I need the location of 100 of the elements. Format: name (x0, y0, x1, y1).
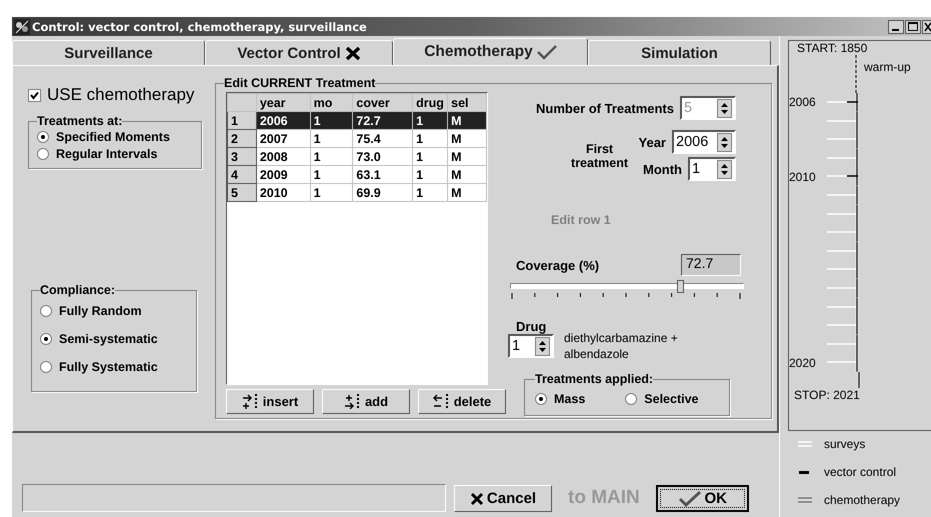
cross-icon (470, 492, 484, 506)
radio-label: Fully Random (59, 304, 142, 318)
radio-button[interactable] (40, 333, 52, 345)
table-cell: 1 (310, 112, 353, 130)
coverage-slider[interactable] (510, 283, 744, 299)
row-button[interactable]: add (322, 389, 410, 414)
slider-ticks-icon (510, 293, 742, 299)
legend-marker-icon (798, 496, 812, 504)
table-row[interactable]: 2 2007 1 75.4 1 M (228, 130, 486, 148)
table-row[interactable]: 1 2006 1 72.7 1 M (228, 112, 486, 130)
check-icon (536, 44, 557, 60)
checkbox[interactable] (28, 88, 41, 102)
table-cell: 2006 (256, 112, 310, 130)
tab[interactable]: Chemotherapy (393, 38, 588, 65)
window-title: Control: vector control, chemotherapy, surveillance (32, 20, 368, 34)
spin-arrows-icon[interactable] (717, 160, 732, 178)
table-cell: M (448, 184, 486, 202)
table-cell: 75.4 (352, 130, 413, 148)
column-header: cover (352, 94, 413, 112)
cancel-button[interactable]: Cancel (454, 485, 552, 512)
field-label: Number of Treatments (536, 100, 674, 116)
table-cell: M (448, 130, 486, 148)
row-header: 5 (228, 184, 256, 202)
drug-name: diethylcarbamazine + albendazole (564, 330, 679, 362)
tab[interactable]: Simulation (588, 40, 771, 65)
radio-button[interactable] (40, 361, 52, 373)
value-field: 72.7 (681, 254, 741, 276)
legend-label: surveys (824, 437, 866, 451)
radio-label: Regular Intervals (56, 146, 158, 160)
row-header: 1 (228, 112, 256, 130)
radio-button[interactable] (625, 392, 638, 404)
table-cell: 63.1 (352, 166, 413, 184)
dashed-line-icon (854, 55, 858, 93)
legend-label: vector control (824, 465, 896, 479)
radio-button[interactable] (37, 130, 49, 142)
number-spinner[interactable]: 1 (688, 157, 736, 181)
table-cell: 1 (412, 184, 448, 202)
radio-label: Mass (554, 392, 586, 406)
number-spinner[interactable]: 2006 (672, 130, 736, 154)
caption-text: to MAIN (568, 487, 640, 509)
checkbox-label: USE chemotherapy (47, 85, 194, 105)
minimize-icon[interactable] (888, 20, 904, 34)
table-cell: 1 (310, 184, 353, 202)
year-label: 2010 (789, 170, 817, 184)
table-cell: 2009 (256, 166, 310, 184)
group-label: Edit CURRENT Treatment (224, 76, 376, 90)
radio-button[interactable] (40, 305, 52, 317)
field-label: Month (643, 162, 682, 176)
number-spinner[interactable]: 1 (508, 334, 554, 358)
group-label: Treatments applied: (535, 372, 654, 386)
corner-cell (228, 94, 256, 112)
column-header: year (256, 94, 310, 112)
row-edit-icon (242, 394, 260, 409)
group-label: Treatments at: (37, 114, 122, 128)
legend-marker-icon (798, 440, 812, 448)
table-cell: 1 (412, 148, 448, 166)
year-label: 2006 (789, 95, 817, 110)
cross-icon (344, 46, 361, 60)
field-label: Drug (516, 319, 548, 334)
row-button[interactable]: delete (418, 389, 506, 414)
row-edit-icon (432, 394, 451, 409)
status-text: Edit row 1 (551, 213, 612, 227)
table-cell: 1 (412, 112, 448, 130)
column-header: sel (448, 94, 486, 112)
table-cell: 73.0 (352, 148, 413, 166)
radio-label: Selective (644, 392, 698, 406)
field-label: Coverage (%) (516, 258, 600, 272)
table-cell: 1 (310, 166, 353, 184)
table-cell: M (448, 148, 486, 166)
legend-label: chemotherapy (824, 493, 900, 507)
radio-button[interactable] (37, 148, 49, 160)
row-edit-icon (344, 394, 362, 409)
row-header: 3 (228, 148, 256, 166)
table-cell: M (448, 166, 486, 184)
tab[interactable]: Vector Control (205, 40, 393, 65)
column-header: drug (412, 94, 448, 112)
table-cell: 1 (412, 166, 448, 184)
axis-line-icon (857, 372, 861, 388)
ok-button[interactable]: OK (656, 485, 749, 512)
radio-button[interactable] (535, 392, 547, 404)
table-row[interactable]: 5 2010 1 69.9 1 M (228, 184, 486, 202)
table-row[interactable]: 3 2008 1 73.0 1 M (228, 148, 486, 166)
tab[interactable]: Surveillance (12, 40, 205, 65)
table-row[interactable]: 4 2009 1 63.1 1 M (228, 166, 486, 184)
radio-label: Specified Moments (56, 130, 170, 144)
row-button[interactable]: insert (226, 389, 314, 414)
timeline-label: START: 1850 (797, 41, 868, 55)
table-cell: 1 (310, 148, 353, 166)
field-label: First treatment (570, 142, 629, 170)
table-cell: 2010 (256, 184, 310, 202)
column-header: mo (310, 94, 353, 112)
table-cell: 2007 (256, 130, 310, 148)
close-icon[interactable] (922, 20, 931, 34)
timeline-label: STOP: 2021 (794, 388, 861, 402)
spin-arrows-icon[interactable] (717, 132, 732, 152)
spin-arrows-icon[interactable] (535, 336, 550, 356)
year-label: 2020 (789, 356, 817, 370)
table-cell: M (448, 112, 486, 130)
legend-marker-icon (798, 468, 812, 476)
maximize-icon[interactable] (905, 20, 921, 34)
